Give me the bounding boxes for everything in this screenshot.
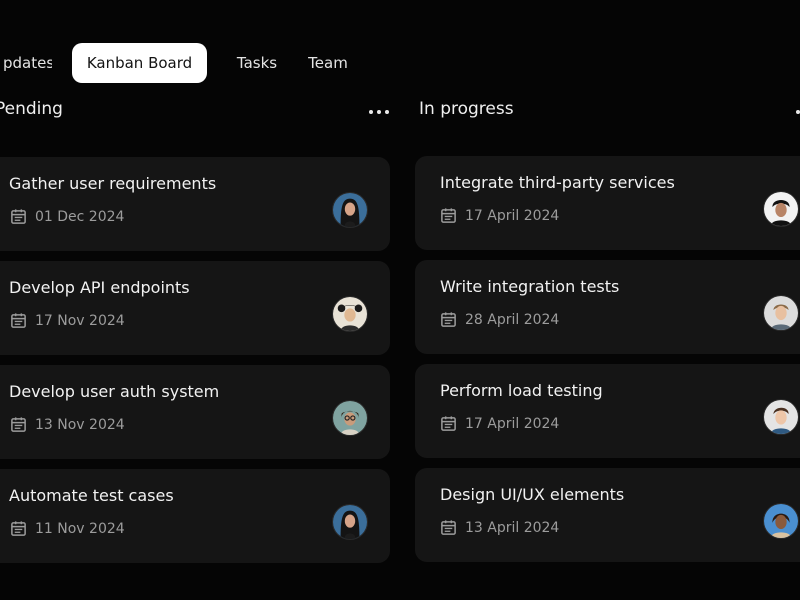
- task-title: Develop user auth system: [9, 382, 220, 401]
- task-card[interactable]: Design UI/UX elements 13 April 2024: [415, 468, 800, 562]
- avatar[interactable]: [763, 503, 799, 539]
- task-card[interactable]: Develop user auth system 13 Nov 2024: [0, 365, 390, 459]
- task-date: 11 Nov 2024: [10, 520, 125, 537]
- tab-updates[interactable]: Updates: [2, 43, 55, 83]
- task-title: Write integration tests: [440, 277, 620, 296]
- avatar[interactable]: [332, 192, 368, 228]
- task-card[interactable]: Gather user requirements 01 Dec 2024: [0, 157, 390, 251]
- task-card[interactable]: Automate test cases 11 Nov 2024: [0, 469, 390, 563]
- calendar-icon: [11, 521, 26, 536]
- calendar-icon: [11, 209, 26, 224]
- calendar-icon: [441, 520, 456, 535]
- task-date-label: 17 Nov 2024: [35, 312, 125, 329]
- task-title: Design UI/UX elements: [440, 485, 625, 504]
- column-title-pending: Pending: [0, 99, 63, 119]
- task-date: 01 Dec 2024: [10, 208, 124, 225]
- task-date-label: 13 Nov 2024: [35, 416, 125, 433]
- task-date: 17 April 2024: [440, 415, 559, 432]
- calendar-icon: [11, 417, 26, 432]
- task-title: Integrate third-party services: [440, 173, 675, 192]
- tab-kanban-board-label: Kanban Board: [86, 54, 193, 72]
- task-title: Perform load testing: [440, 381, 603, 400]
- task-date-label: 28 April 2024: [465, 311, 560, 328]
- task-date-label: 01 Dec 2024: [35, 208, 125, 225]
- calendar-icon: [441, 416, 456, 431]
- avatar[interactable]: [332, 400, 368, 436]
- kanban-screen: Updates Kanban Board Tasks Team Pending …: [0, 0, 800, 600]
- task-card[interactable]: Integrate third-party services 17 April …: [415, 156, 800, 250]
- avatar[interactable]: [332, 504, 368, 540]
- task-card[interactable]: Develop API endpoints 17 Nov 2024: [0, 261, 390, 355]
- task-card[interactable]: Write integration tests 28 April 2024: [415, 260, 800, 354]
- task-date: 17 Nov 2024: [10, 312, 125, 329]
- avatar[interactable]: [763, 399, 799, 435]
- task-date: 13 April 2024: [440, 519, 559, 536]
- calendar-icon: [441, 312, 456, 327]
- avatar[interactable]: [763, 191, 799, 227]
- task-card[interactable]: Perform load testing 17 April 2024: [415, 364, 800, 458]
- tab-tasks-label: Tasks: [236, 54, 278, 72]
- tab-team[interactable]: Team: [303, 43, 353, 83]
- tab-tasks[interactable]: Tasks: [232, 43, 282, 83]
- task-date: 17 April 2024: [440, 207, 559, 224]
- more-horizontal-icon[interactable]: [796, 104, 800, 120]
- tab-team-label: Team: [308, 54, 348, 72]
- avatar[interactable]: [763, 295, 799, 331]
- calendar-icon: [441, 208, 456, 223]
- task-date: 28 April 2024: [440, 311, 559, 328]
- tab-updates-label: Updates: [2, 54, 55, 72]
- calendar-icon: [11, 313, 26, 328]
- task-date-label: 13 April 2024: [465, 519, 560, 536]
- task-title: Automate test cases: [9, 486, 174, 505]
- task-date: 13 Nov 2024: [10, 416, 125, 433]
- task-date-label: 17 April 2024: [465, 415, 560, 432]
- task-title: Develop API endpoints: [9, 278, 190, 297]
- task-date-label: 17 April 2024: [465, 207, 560, 224]
- task-title: Gather user requirements: [9, 174, 217, 193]
- avatar[interactable]: [332, 296, 368, 332]
- task-date-label: 11 Nov 2024: [35, 520, 125, 537]
- column-title-in-progress: In progress: [419, 99, 514, 119]
- more-horizontal-icon[interactable]: [369, 104, 389, 120]
- tab-kanban-board[interactable]: Kanban Board: [72, 43, 207, 83]
